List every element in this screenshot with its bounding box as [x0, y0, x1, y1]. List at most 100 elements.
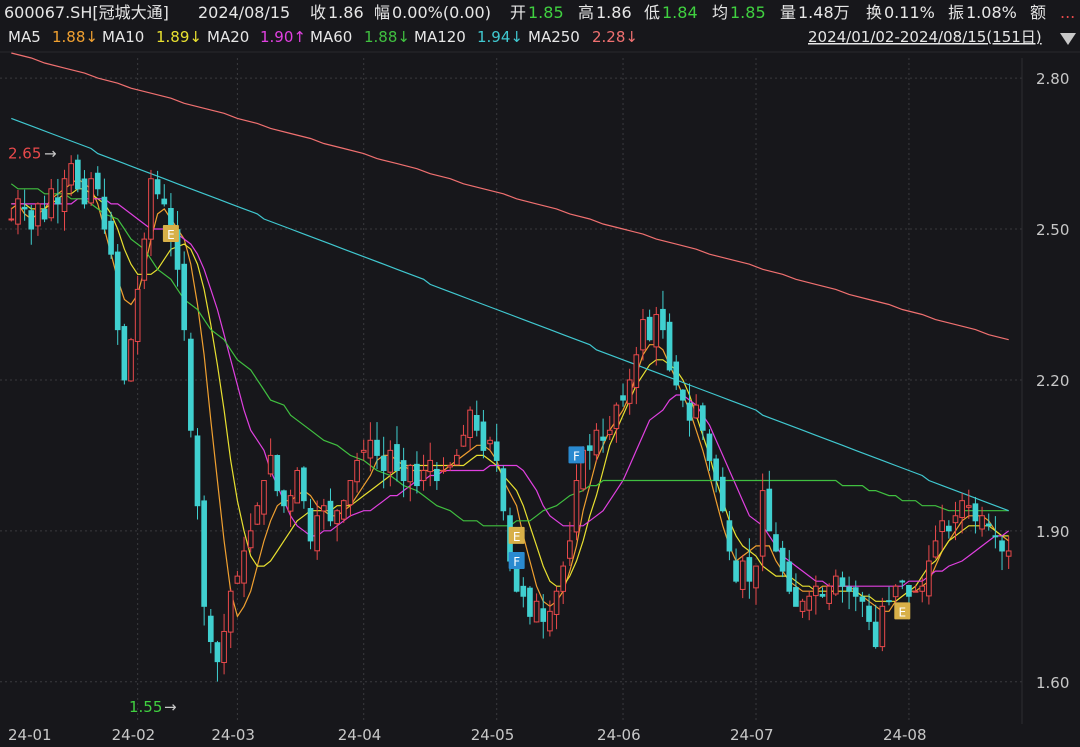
candle-body [793, 587, 799, 607]
candle-body [427, 459, 434, 473]
candle-body [480, 421, 487, 451]
candle [128, 337, 134, 382]
turnover-label: 换 [866, 3, 882, 22]
more-indicator[interactable]: ... [1060, 3, 1075, 22]
candle-body [786, 561, 793, 592]
candle-body [473, 414, 480, 431]
candle-body [646, 316, 653, 341]
candle-body [799, 600, 806, 612]
candle-body [94, 172, 101, 190]
candle-body [281, 490, 287, 507]
candle-body [68, 163, 74, 186]
candle-body [626, 379, 633, 404]
candle-body [753, 565, 759, 589]
candle-body [267, 454, 274, 475]
candle-body [274, 455, 281, 492]
candle-body [965, 505, 972, 508]
candle-body [81, 178, 88, 205]
candle-body [347, 480, 354, 506]
min-arrow-icon: → [164, 698, 177, 716]
signal-marker-text: E [898, 605, 906, 619]
candle-body [640, 319, 646, 351]
candle-body [321, 505, 327, 512]
candle-body [201, 500, 207, 607]
candle-body [952, 515, 959, 524]
candle-body [261, 480, 267, 515]
candle-body [912, 590, 919, 593]
candle-body [832, 575, 839, 595]
candle-body [527, 587, 533, 617]
candle-body [35, 203, 41, 227]
candle-body [819, 593, 826, 597]
candle-body [114, 251, 121, 331]
candle-body [367, 439, 374, 459]
candle-body [188, 338, 194, 431]
candle-body [826, 585, 832, 604]
candle [74, 154, 81, 193]
candle-body [872, 621, 879, 648]
candle-body [746, 557, 753, 582]
change-label: 幅 [374, 3, 390, 22]
high-label: 高 [578, 3, 594, 22]
candle-body [985, 523, 992, 527]
candle-body [673, 361, 680, 386]
candle-body [21, 206, 28, 210]
date-range-text[interactable]: 2024/01/02-2024/08/15(151日) [808, 28, 1042, 46]
candle-body [533, 600, 540, 623]
open-label: 开 [510, 3, 526, 22]
high-value: 1.86 [596, 3, 632, 22]
y-tick-label: 1.60 [1036, 674, 1069, 692]
turnover-value: 0.11% [884, 3, 935, 22]
candle-body [859, 596, 866, 602]
ma10-value: 1.89↓ [156, 28, 202, 46]
ma60-name: MA60 [310, 28, 352, 46]
x-tick-label: 24-08 [883, 726, 927, 744]
candle-body [301, 467, 307, 502]
amplitude-label: 振 [948, 3, 964, 22]
candle-body [560, 565, 567, 592]
candle-body [1005, 550, 1012, 557]
candle-body [813, 585, 819, 597]
signal-marker-text: F [573, 449, 580, 463]
candle [114, 244, 121, 345]
candle-body [520, 585, 527, 597]
signal-marker: E [508, 526, 525, 544]
chart-background [0, 0, 1080, 747]
candle-body [214, 642, 221, 663]
candle-body [946, 525, 952, 532]
candle-body [972, 503, 979, 522]
candle-body [314, 515, 321, 552]
candle-body [141, 238, 148, 281]
candle-body [620, 395, 626, 401]
low-value: 1.84 [662, 3, 698, 22]
max-price-label: 2.65 [8, 145, 41, 163]
x-tick-label: 24-01 [8, 726, 52, 744]
x-tick-label: 24-07 [730, 726, 774, 744]
ma250-name: MA250 [528, 28, 580, 46]
candle-body [400, 460, 407, 482]
candle-body [979, 515, 985, 530]
candle-body [779, 547, 786, 572]
quote-header: 600067.SH[冠城大通] 2024/08/15 收 1.86 幅 0.00… [4, 3, 1075, 22]
date-range-selector[interactable]: 2024/01/02-2024/08/15(151日) [808, 28, 1076, 46]
y-tick-label: 2.80 [1036, 70, 1069, 88]
candle [666, 313, 673, 372]
low-label: 低 [644, 3, 660, 22]
candle-body [414, 463, 420, 487]
candle-body [553, 590, 560, 615]
candle-body [8, 218, 15, 221]
candle-body [493, 441, 500, 461]
candle-body [460, 434, 467, 447]
change-value: 0.00%(0.00) [392, 3, 491, 22]
candle-body [852, 587, 859, 597]
kline-chart[interactable]: EFEFE 2.802.502.201.901.6024-01 24-02 24-0… [0, 0, 1080, 747]
candle-body [394, 444, 400, 471]
candle-body [726, 520, 733, 552]
close-label: 收 [310, 3, 326, 22]
candle [141, 232, 148, 290]
candle-body [340, 500, 347, 520]
candle-body [706, 433, 713, 461]
signal-marker: E [162, 225, 179, 243]
candle-body [387, 449, 394, 473]
candle-body [221, 630, 227, 664]
